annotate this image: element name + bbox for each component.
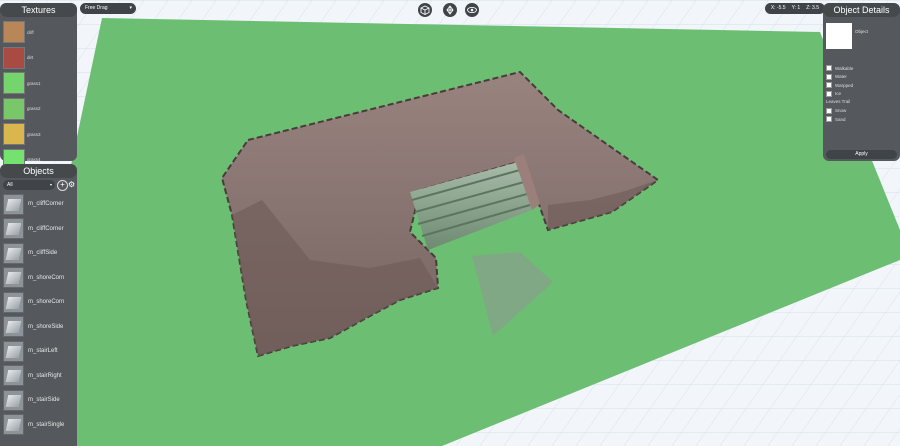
list-item[interactable]: m_cliffCorner — [2, 218, 75, 240]
objects-controls: All ▾ + ⚙ — [3, 180, 75, 191]
snow-checkbox[interactable]: Snow — [826, 107, 896, 116]
object-label: m_stairLeft — [28, 348, 58, 354]
mode-dropdown-value: Free Drag — [85, 5, 108, 11]
object-details-title: Object Details — [823, 3, 900, 17]
checkbox-label: Ice — [835, 91, 842, 97]
object-label: m_cliffCorner — [28, 201, 64, 207]
scene-canvas[interactable] — [0, 0, 900, 446]
cube-icon — [420, 5, 430, 16]
texture-label: grass4 — [27, 157, 41, 163]
object-thumbnail — [3, 242, 24, 264]
object-label: m_stairRight — [28, 372, 62, 379]
object-label: m_shoreSide — [28, 323, 64, 330]
texture-label: grass2 — [27, 106, 41, 112]
object-preview — [826, 23, 852, 49]
texture-item[interactable]: cliff — [2, 20, 75, 44]
list-item[interactable]: m_cliffCorner — [2, 193, 75, 215]
coord-x: X: -5.5 — [770, 5, 786, 11]
texture-label: grass3 — [27, 131, 41, 137]
object-label: m_shoreCorn — [28, 299, 65, 305]
coordinate-readout: X: -5.5 Y: 1 Z: 3.5 — [764, 3, 825, 14]
list-item[interactable]: m_shoreCorn — [2, 291, 75, 313]
list-item[interactable]: m_stairRight — [2, 365, 75, 387]
texture-label: dirt — [27, 55, 34, 61]
object-label: m_shoreCorn — [28, 274, 65, 281]
texture-list: cliff dirt grass1 grass2 grass3 grass4 — [2, 20, 75, 174]
checkbox-box[interactable] — [826, 65, 832, 72]
textures-title: Textures — [0, 3, 77, 17]
texture-swatch — [3, 123, 25, 146]
list-item[interactable]: m_stairSingle — [2, 414, 75, 436]
apply-button[interactable]: Apply — [826, 150, 897, 159]
texture-item[interactable]: grass2 — [2, 97, 75, 121]
scene-viewport[interactable] — [0, 0, 900, 446]
objects-panel: Objects All ▾ + ⚙ m_cliffCorner m_cliffC… — [0, 164, 77, 446]
texture-item[interactable]: dirt — [2, 46, 75, 70]
cube-tool-button[interactable] — [418, 3, 432, 17]
checkbox-label: Water — [835, 74, 847, 80]
list-item[interactable]: m_shoreCorn — [2, 267, 75, 289]
checkbox-box[interactable] — [826, 116, 832, 123]
walkable-checkbox[interactable]: Walkable — [826, 64, 896, 73]
object-thumbnail — [3, 340, 24, 362]
object-thumbnail — [3, 193, 24, 215]
object-flags: Walkable Water Warpped Ice Leaves Trail … — [826, 64, 896, 124]
mode-dropdown[interactable]: Free Drag ▾ — [80, 3, 136, 14]
object-label: m_cliffSide — [28, 250, 58, 256]
texture-item[interactable]: grass3 — [2, 122, 75, 146]
object-thumbnail — [3, 414, 24, 435]
texture-swatch — [3, 21, 25, 43]
checkbox-label: Snow — [835, 108, 847, 114]
object-thumbnail — [3, 365, 24, 386]
texture-swatch — [3, 46, 25, 69]
object-label: m_stairSingle — [28, 421, 65, 428]
texture-label: cliff — [27, 29, 34, 35]
object-thumbnail — [3, 267, 24, 288]
water-checkbox[interactable]: Water — [826, 73, 896, 82]
texture-swatch — [3, 97, 25, 120]
object-label: m_cliffCorner — [28, 225, 64, 232]
list-item[interactable]: m_cliffSide — [2, 242, 75, 264]
checkbox-box[interactable] — [826, 90, 832, 97]
ice-checkbox[interactable]: Ice — [826, 90, 896, 99]
texture-item[interactable]: grass1 — [2, 71, 75, 95]
list-item[interactable]: m_shoreSide — [2, 316, 75, 338]
checkbox-label: Sand — [835, 116, 846, 122]
checkbox-box[interactable] — [826, 73, 832, 80]
add-object-button[interactable]: + — [57, 180, 68, 191]
gear-icon[interactable]: ⚙ — [68, 180, 75, 190]
texture-label: grass1 — [27, 80, 41, 86]
object-thumbnail — [3, 218, 24, 239]
texture-swatch — [3, 72, 25, 95]
checkbox-box[interactable] — [826, 82, 832, 89]
object-details-panel: Object Details Object Walkable Water War… — [823, 3, 900, 161]
move-tool-button[interactable] — [443, 3, 457, 17]
plus-icon: + — [60, 180, 65, 189]
objects-filter-value: All — [7, 182, 13, 188]
coord-y: Y: 1 — [791, 5, 801, 11]
leaves-trail-label: Leaves Trail — [826, 99, 851, 104]
textures-panel: Textures cliff dirt grass1 grass2 grass3… — [0, 3, 77, 171]
objects-list: m_cliffCorner m_cliffCorner m_cliffSide … — [2, 193, 75, 438]
checkbox-box[interactable] — [826, 107, 832, 114]
view-tool-button[interactable] — [465, 3, 479, 17]
object-thumbnail — [3, 291, 24, 313]
object-label: m_stairSide — [28, 397, 60, 403]
object-thumbnail — [3, 389, 24, 411]
checkbox-label: Warpped — [835, 82, 854, 88]
sand-checkbox[interactable]: Sand — [826, 115, 896, 124]
list-item[interactable]: m_stairLeft — [2, 340, 75, 362]
list-item[interactable]: m_stairSide — [2, 389, 75, 411]
checkbox-label: Walkable — [835, 65, 854, 71]
objects-title: Objects — [0, 164, 77, 178]
move-icon — [446, 5, 454, 15]
chevron-down-icon: ▾ — [129, 5, 132, 11]
coord-z: Z: 3.5 — [806, 5, 819, 11]
objects-filter-dropdown[interactable]: All ▾ — [3, 180, 55, 190]
eye-icon — [467, 6, 477, 14]
chevron-down-icon: ▾ — [49, 182, 52, 187]
object-name: Object — [855, 29, 869, 34]
object-thumbnail — [3, 316, 24, 337]
warpped-checkbox[interactable]: Warpped — [826, 81, 896, 90]
